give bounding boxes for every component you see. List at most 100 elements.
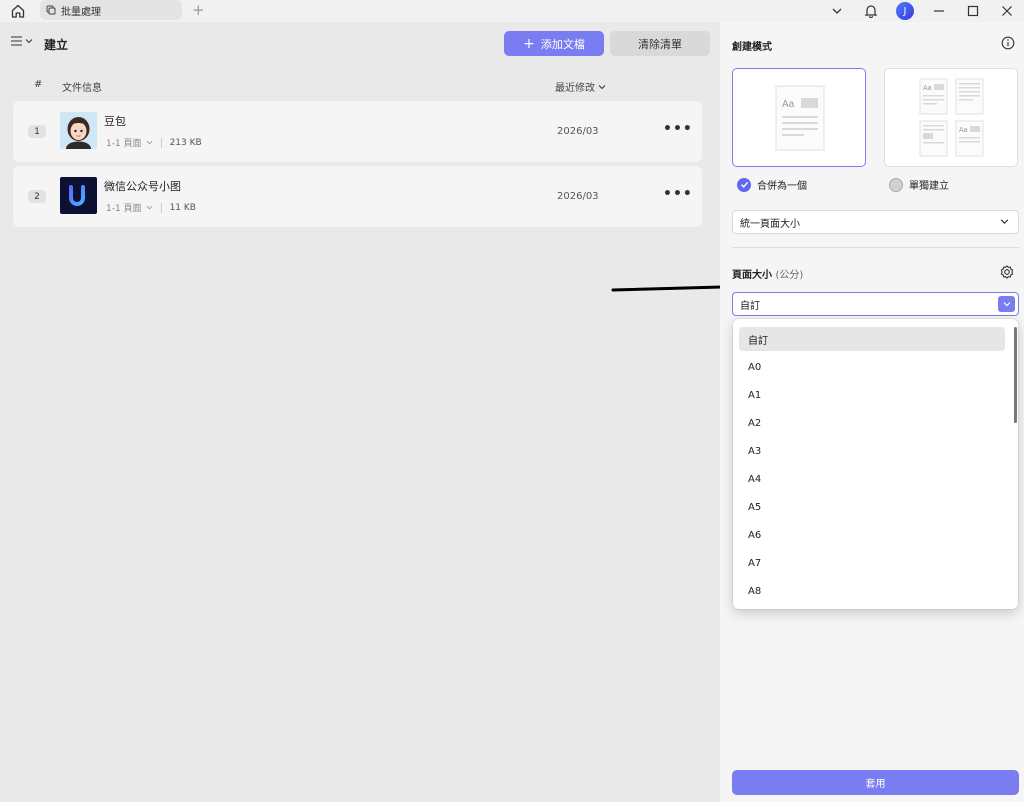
dropdown-option[interactable]: A5: [739, 495, 1005, 519]
dropdown-option[interactable]: A1: [739, 383, 1005, 407]
column-header-info: 文件信息: [62, 83, 102, 94]
file-date: 2026/03: [557, 126, 599, 137]
chevron-down-icon: [146, 140, 152, 145]
file-meta: 1-1 頁面 213 KB: [106, 136, 202, 149]
dropdown-option[interactable]: A2: [739, 411, 1005, 435]
radio-checked-icon: [737, 177, 751, 192]
page-range[interactable]: 1-1 頁面: [106, 201, 142, 214]
dropdown-option[interactable]: A0: [739, 355, 1005, 379]
cartoon-portrait-thumbnail: [60, 112, 97, 149]
file-name: 豆包: [104, 115, 126, 128]
dropdown-option[interactable]: A7: [739, 551, 1005, 575]
chevron-down-icon: [598, 84, 606, 89]
separate-label: 單獨建立: [909, 181, 949, 192]
page-size-mode-value: 統一頁面大小: [740, 218, 800, 230]
page-size-settings-button[interactable]: [999, 264, 1015, 283]
info-icon: [1001, 36, 1015, 50]
maximize-icon: [967, 5, 979, 17]
dropdown-option[interactable]: A8: [739, 579, 1005, 603]
add-document-button[interactable]: + 添加文檔: [504, 31, 604, 56]
chevron-down-icon: [146, 205, 152, 210]
apply-button[interactable]: 套用: [732, 770, 1019, 795]
column-header-modified-label: 最近修改: [555, 83, 595, 94]
bell-icon: [864, 5, 878, 18]
page-title: 建立: [44, 38, 69, 52]
page-size-unit: (公分): [775, 270, 804, 281]
file-meta: 1-1 頁面 11 KB: [106, 201, 196, 214]
chevron-down-icon: [832, 8, 842, 14]
row-index: 1: [28, 125, 46, 138]
plus-icon: +: [523, 35, 535, 52]
file-name: 微信公众号小图: [104, 180, 181, 193]
dropdown-toggle[interactable]: [998, 296, 1015, 312]
file-size: 11 KB: [169, 202, 196, 213]
more-options-button[interactable]: •••: [663, 121, 693, 137]
clear-list-button[interactable]: 清除清單: [610, 31, 710, 56]
page-size-select[interactable]: 自訂: [732, 292, 1019, 316]
card-thumb-text: Aa: [782, 99, 795, 110]
menu-toggle-button[interactable]: [11, 36, 33, 46]
chevron-down-icon: [1003, 302, 1010, 307]
file-list-pane: 建立 + 添加文檔 清除清單 # 文件信息 最近修改 1 豆包 1-1 頁面 2…: [0, 22, 718, 802]
merge-radio[interactable]: 合併為一個: [737, 177, 807, 192]
tab-batch[interactable]: 批量處理: [40, 0, 182, 20]
dropdown-option[interactable]: 自訂: [739, 327, 1005, 351]
home-icon: [11, 4, 25, 18]
notification-button[interactable]: [854, 0, 888, 22]
logo-thumbnail: [60, 177, 97, 214]
column-header-index: #: [34, 79, 43, 90]
close-icon: [1002, 6, 1012, 16]
dropdown-option[interactable]: A4: [739, 467, 1005, 491]
copy-icon: [46, 5, 56, 15]
dropdown-option[interactable]: A3: [739, 439, 1005, 463]
info-button[interactable]: [1001, 36, 1015, 53]
file-thumbnail: [60, 177, 97, 214]
merge-mode-card[interactable]: Aa: [732, 68, 866, 167]
file-size: 213 KB: [169, 137, 202, 148]
svg-text:Aa: Aa: [959, 127, 968, 134]
radio-unchecked-icon: [889, 177, 903, 192]
chevron-down-button[interactable]: [820, 0, 854, 22]
row-index: 2: [28, 190, 46, 203]
divider: [732, 247, 1019, 248]
page-size-label-text: 頁面大小: [732, 270, 772, 281]
page-range[interactable]: 1-1 頁面: [106, 136, 142, 149]
avatar: J: [896, 2, 914, 20]
user-avatar-button[interactable]: J: [888, 0, 922, 22]
separate-radio[interactable]: 單獨建立: [889, 177, 949, 192]
list-menu-icon: [11, 36, 22, 46]
maximize-button[interactable]: [956, 0, 990, 22]
minimize-button[interactable]: [922, 0, 956, 22]
multiple-documents-icon: Aa Aa: [919, 78, 984, 157]
page-size-mode-select[interactable]: 統一頁面大小: [732, 210, 1019, 234]
add-document-label: 添加文檔: [540, 37, 585, 51]
minimize-icon: [934, 10, 944, 12]
merge-label: 合併為一個: [757, 181, 807, 192]
file-row[interactable]: 2 微信公众号小图 1-1 頁面 11 KB 2026/03 •••: [13, 166, 702, 227]
single-document-icon: Aa: [775, 85, 825, 151]
file-date: 2026/03: [557, 191, 599, 202]
more-options-button[interactable]: •••: [663, 186, 693, 202]
page-size-value: 自訂: [740, 300, 760, 312]
new-tab-button[interactable]: +: [192, 2, 205, 18]
dropdown-scrollbar[interactable]: [1014, 327, 1017, 423]
svg-text:Aa: Aa: [923, 85, 932, 92]
panel-title: 創建模式: [732, 42, 772, 53]
meta-divider: [160, 202, 162, 213]
more-horizontal-icon: •••: [663, 186, 693, 202]
title-bar: 批量處理 + J: [0, 0, 1024, 22]
home-button[interactable]: [0, 0, 36, 22]
column-header-modified[interactable]: 最近修改: [555, 79, 606, 94]
more-horizontal-icon: •••: [663, 121, 693, 137]
chevron-down-icon: [25, 39, 33, 44]
chevron-down-icon: [1000, 219, 1009, 224]
file-thumbnail: [60, 112, 97, 149]
dropdown-option[interactable]: A6: [739, 523, 1005, 547]
page-size-label: 頁面大小 (公分): [732, 266, 803, 281]
file-row[interactable]: 1 豆包 1-1 頁面 213 KB 2026/03 •••: [13, 101, 702, 162]
tab-label: 批量處理: [61, 6, 101, 18]
separate-mode-card[interactable]: Aa Aa: [884, 68, 1018, 167]
gear-icon: [1000, 265, 1014, 279]
meta-divider: [160, 137, 162, 148]
close-button[interactable]: [990, 0, 1024, 22]
